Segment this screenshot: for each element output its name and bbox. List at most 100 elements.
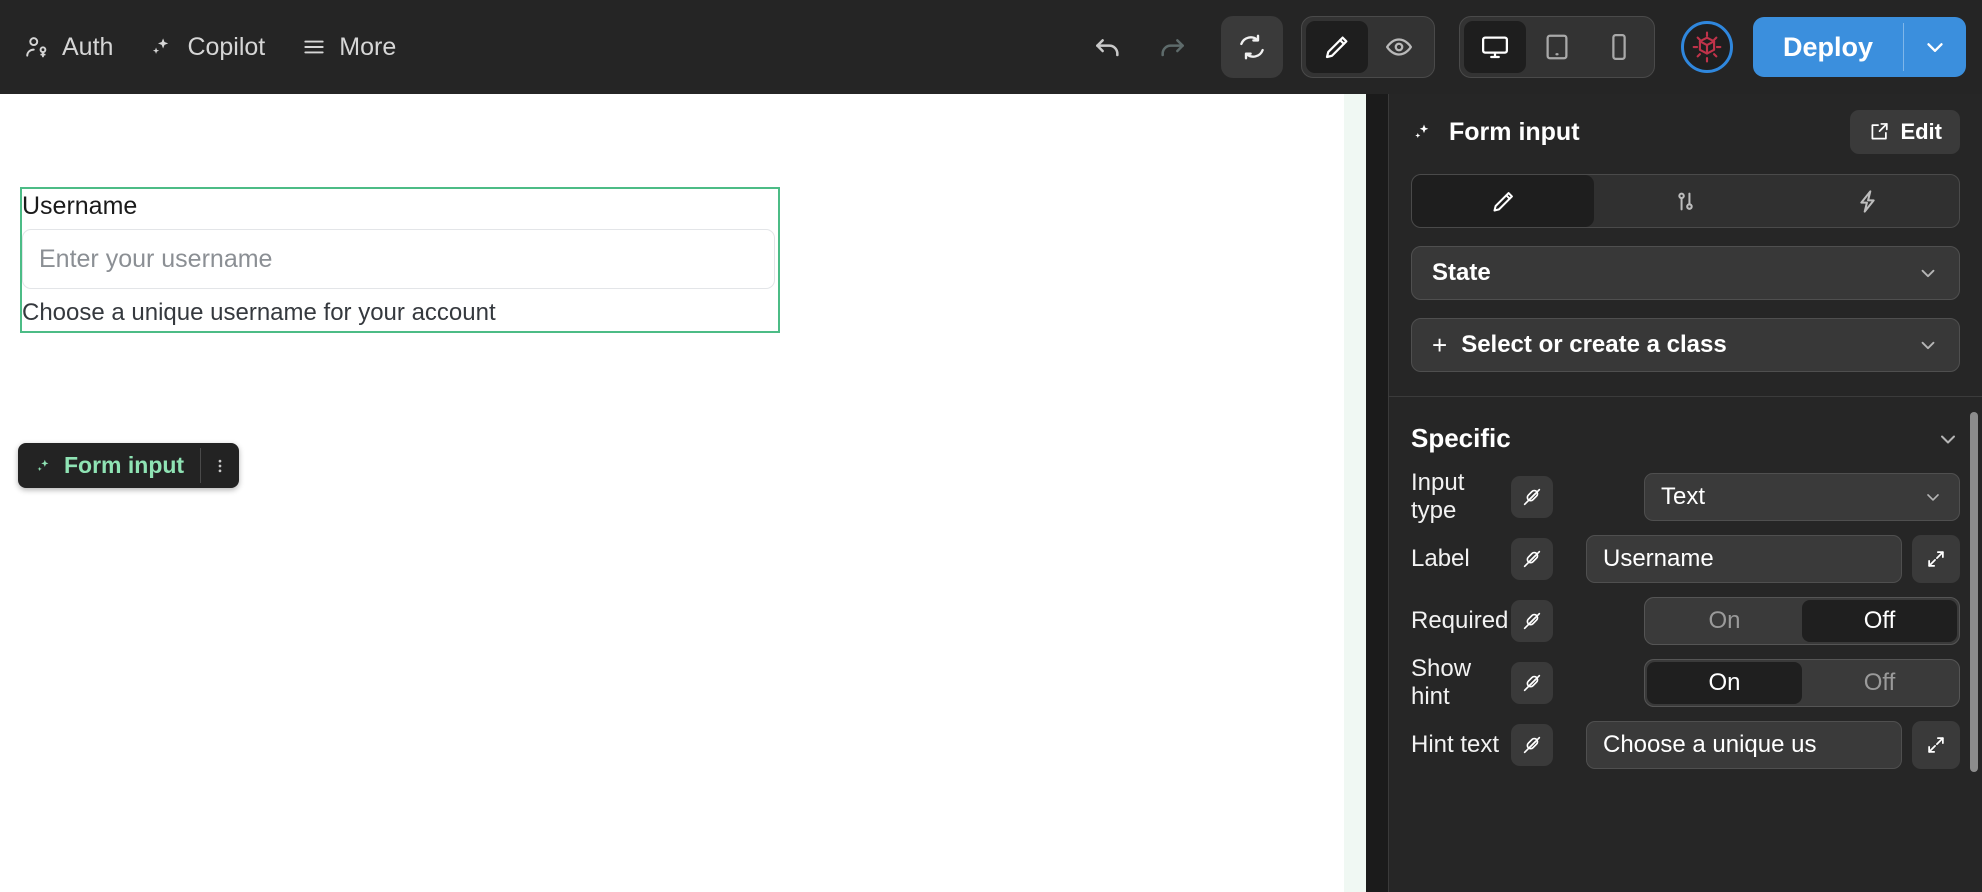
deploy-button[interactable]: Deploy xyxy=(1752,17,1966,77)
kebab-menu-icon[interactable] xyxy=(201,443,239,488)
mode-switch[interactable] xyxy=(1300,16,1435,78)
design-canvas[interactable]: Username Enter your username Choose a un… xyxy=(0,94,1366,892)
deploy-dropdown-button[interactable] xyxy=(1904,17,1966,77)
class-selector[interactable]: + Select or create a class xyxy=(1411,318,1960,372)
class-selector-label: Select or create a class xyxy=(1461,331,1727,358)
undo-button[interactable] xyxy=(1081,20,1135,74)
pencil-icon xyxy=(1490,188,1517,215)
input-type-value: Text xyxy=(1661,483,1706,510)
prop-row-show-hint: Show hint On Off xyxy=(1411,655,1960,710)
plug-disconnected-icon[interactable] xyxy=(1511,538,1553,580)
chevron-down-icon xyxy=(1922,34,1948,60)
hint-text-value: Choose a unique us xyxy=(1603,731,1817,758)
state-selector-label: State xyxy=(1432,259,1491,286)
selection-badge-text: Form input xyxy=(64,452,185,478)
prop-control-show-hint: On Off xyxy=(1644,659,1960,707)
username-input-placeholder: Enter your username xyxy=(39,244,273,273)
prop-label-required: Required xyxy=(1411,607,1509,634)
prop-control-label: Username xyxy=(1586,535,1960,583)
show-hint-toggle-on[interactable]: On xyxy=(1647,662,1802,704)
deploy-label: Deploy xyxy=(1782,31,1873,62)
specific-section-header[interactable]: Specific xyxy=(1389,397,1982,472)
chevron-down-icon xyxy=(1917,334,1939,356)
prop-control-hint-text: Choose a unique us xyxy=(1586,721,1960,769)
tab-interactions[interactable] xyxy=(1777,175,1959,227)
desktop-icon xyxy=(1480,32,1510,62)
mobile-icon xyxy=(1604,32,1634,62)
selection-badge[interactable]: Form input xyxy=(18,443,240,488)
plug-disconnected-icon[interactable] xyxy=(1511,662,1553,704)
edit-button[interactable]: Edit xyxy=(1850,110,1960,154)
plug-disconnected-icon[interactable] xyxy=(1511,724,1553,766)
cube-logo-icon[interactable] xyxy=(1680,21,1733,73)
viewport-desktop-button[interactable] xyxy=(1463,21,1526,73)
chevron-down-icon xyxy=(1923,487,1943,507)
toolbar-item-copilot-label: Copilot xyxy=(187,32,266,61)
plug-disconnected-icon[interactable] xyxy=(1511,600,1553,642)
required-toggle-on[interactable]: On xyxy=(1647,600,1802,642)
chevron-down-icon xyxy=(1936,427,1960,451)
redo-arrow-icon xyxy=(1156,31,1188,63)
top-toolbar: Auth Copilot More Deploy xyxy=(0,0,1982,94)
expand-diagonal-icon[interactable] xyxy=(1912,535,1960,583)
user-auth-icon xyxy=(24,34,50,60)
refresh-icon xyxy=(1237,32,1267,62)
plus-icon: + xyxy=(1432,329,1448,360)
toolbar-item-more[interactable]: More xyxy=(283,23,414,72)
prop-row-required: Required On Off xyxy=(1411,596,1960,646)
undo-arrow-icon xyxy=(1092,31,1124,63)
panel-scrollbar[interactable] xyxy=(1970,412,1978,772)
required-toggle-off[interactable]: Off xyxy=(1802,600,1957,642)
specific-section-title: Specific xyxy=(1411,423,1511,453)
form-field-label: Username xyxy=(22,192,138,220)
chevron-down-icon xyxy=(1917,262,1939,284)
viewport-switch[interactable] xyxy=(1458,16,1655,78)
mode-preview-button[interactable] xyxy=(1368,21,1430,73)
toolbar-item-copilot[interactable]: Copilot xyxy=(131,23,283,72)
mode-edit-button[interactable] xyxy=(1305,21,1368,73)
toolbar-item-auth[interactable]: Auth xyxy=(6,23,131,72)
username-input[interactable]: Enter your username xyxy=(22,229,775,289)
prop-label-hint-text: Hint text xyxy=(1411,731,1500,758)
sliders-icon xyxy=(1672,188,1699,215)
form-field-hint: Choose a unique username for your accoun… xyxy=(22,299,496,326)
canvas-right-edge-highlight xyxy=(1344,94,1366,892)
panel-title: Form input xyxy=(1449,117,1580,146)
tab-style[interactable] xyxy=(1412,175,1595,227)
label-text-value: Username xyxy=(1603,545,1714,572)
label-text-input[interactable]: Username xyxy=(1586,535,1902,583)
panel-header: Form input Edit xyxy=(1389,94,1982,170)
sparkles-icon xyxy=(149,34,175,60)
required-toggle[interactable]: On Off xyxy=(1644,597,1960,645)
lightning-icon xyxy=(1854,188,1881,215)
prop-row-input-type: Input type Text xyxy=(1411,469,1960,524)
input-type-select[interactable]: Text xyxy=(1644,473,1960,521)
eye-icon xyxy=(1384,32,1414,62)
toolbar-item-auth-label: Auth xyxy=(62,32,114,61)
panel-tabs xyxy=(1411,174,1960,228)
selection-badge-label-group[interactable]: Form input xyxy=(18,443,200,488)
prop-control-input-type: Text xyxy=(1644,473,1960,521)
pencil-icon xyxy=(1322,32,1352,62)
toolbar-item-more-label: More xyxy=(339,32,397,61)
edit-button-label: Edit xyxy=(1900,119,1942,144)
expand-diagonal-icon[interactable] xyxy=(1912,721,1960,769)
toolbar-right-group: Deploy xyxy=(1081,16,1982,78)
toolbar-left-group: Auth Copilot More xyxy=(0,23,414,72)
state-selector[interactable]: State xyxy=(1411,246,1960,300)
prop-label-input-type: Input type xyxy=(1411,469,1465,524)
show-hint-toggle-off[interactable]: Off xyxy=(1802,662,1957,704)
viewport-mobile-button[interactable] xyxy=(1588,21,1650,73)
hamburger-icon xyxy=(301,34,327,60)
refresh-button[interactable] xyxy=(1220,16,1283,78)
hint-text-input[interactable]: Choose a unique us xyxy=(1586,721,1902,769)
redo-button[interactable] xyxy=(1145,20,1199,74)
properties-panel: Form input Edit State + Select or create… xyxy=(1388,94,1982,892)
plug-disconnected-icon[interactable] xyxy=(1511,476,1553,518)
tab-settings[interactable] xyxy=(1594,175,1776,227)
prop-row-label: Label Username xyxy=(1411,534,1960,584)
viewport-tablet-button[interactable] xyxy=(1526,21,1588,73)
prop-control-required: On Off xyxy=(1644,597,1960,645)
prop-label-show-hint: Show hint xyxy=(1411,655,1472,710)
show-hint-toggle[interactable]: On Off xyxy=(1644,659,1960,707)
